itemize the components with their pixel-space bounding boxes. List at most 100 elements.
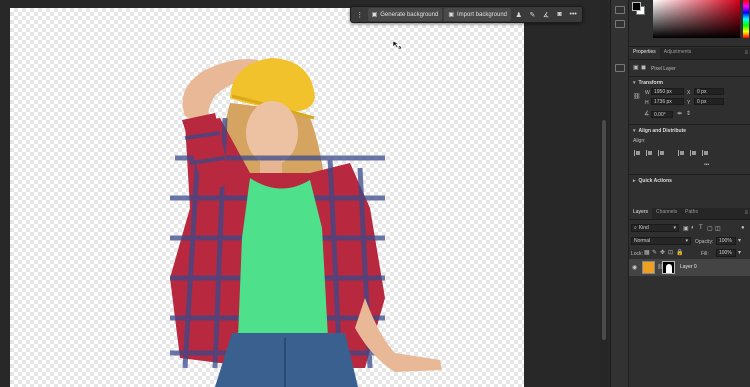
lock-image-icon[interactable]: ✎ [652, 249, 657, 256]
lock-all-icon[interactable]: 🔒 [676, 249, 683, 256]
blend-mode-select[interactable]: Normal ▾ [631, 237, 691, 245]
y-label: Y [687, 100, 691, 106]
lock-artboard-icon[interactable]: ⊡ [668, 249, 673, 256]
filter-shape-icon[interactable]: ▢ [707, 225, 713, 232]
x-label: X [687, 90, 691, 96]
height-value: 1736 px [654, 98, 672, 105]
scrollbar-thumb[interactable] [602, 120, 606, 340]
chevron-down-icon[interactable]: ▾ [738, 249, 741, 256]
flip-vertical-icon[interactable]: ⇕ [686, 110, 691, 117]
foreground-color-swatch[interactable] [632, 2, 641, 11]
hue-slider[interactable] [743, 0, 749, 38]
divider [629, 76, 750, 77]
generate-background-button[interactable]: ▣ Generate background [367, 8, 443, 21]
align-middle-vertical-icon[interactable] [690, 150, 696, 156]
align-top-icon[interactable] [678, 150, 684, 156]
more-options-button[interactable]: ••• [567, 8, 579, 21]
align-left-icon[interactable] [634, 150, 640, 156]
layers-panel [629, 220, 750, 387]
canvas-area[interactable]: ⋮ ▣ Generate background ▣ Import backgro… [0, 0, 610, 387]
x-value: 0 px [697, 88, 707, 95]
properties-tabs: Properties Adjustments ≡ [629, 47, 750, 60]
quick-actions-title: Quick Actions [638, 178, 672, 184]
panel-menu-icon[interactable]: ≡ [744, 207, 748, 219]
tab-layers[interactable]: Layers [629, 207, 653, 219]
align-section-header[interactable]: ▾ Align and Distribute [633, 128, 686, 134]
filter-type-icon[interactable]: T [699, 225, 703, 231]
align-label: Align: [633, 138, 646, 144]
photoshop-window: ⋮ ▣ Generate background ▣ Import backgro… [0, 0, 750, 387]
tab-properties[interactable]: Properties [629, 47, 660, 59]
image-icon: ▣ [371, 12, 378, 18]
canvas-vertical-scrollbar[interactable] [600, 0, 608, 387]
adjustment-icon[interactable]: ∡ [540, 8, 552, 21]
y-field[interactable]: 0 px [694, 98, 724, 105]
fill-value: 100% [719, 250, 732, 256]
transform-title: Transform [638, 80, 663, 86]
lock-transparent-icon[interactable]: ▦ [644, 249, 650, 256]
document-canvas[interactable] [10, 8, 524, 387]
tab-channels[interactable]: Channels [652, 207, 681, 219]
search-icon: ⌕ [634, 225, 637, 231]
align-right-icon[interactable] [658, 150, 664, 156]
color-panel-icon[interactable] [615, 6, 625, 14]
align-center-horizontal-icon[interactable] [646, 150, 652, 156]
lock-position-icon[interactable]: ✥ [660, 249, 665, 256]
layer-row[interactable]: ◉ ⛓ Layer 0 [629, 259, 750, 276]
eye-icon[interactable]: ◉ [632, 264, 637, 271]
layer-thumbnail [642, 261, 655, 274]
color-picker-field[interactable] [653, 0, 740, 38]
chevron-down-icon: ▾ [633, 128, 636, 134]
color-panel [629, 0, 750, 47]
transform-section-header[interactable]: ▾ Transform [633, 80, 663, 86]
layer-filter-kind-select[interactable]: ⌕ Kind ▾ [631, 224, 679, 232]
drag-handle-icon[interactable]: ⋮ [354, 8, 366, 21]
panel-icon-rail [611, 0, 629, 387]
layer-name[interactable]: Layer 0 [680, 264, 697, 270]
tab-paths[interactable]: Paths [681, 207, 702, 219]
move-cursor-icon [392, 40, 402, 49]
width-value: 1950 px [654, 88, 672, 95]
brush-icon[interactable]: ✎ [527, 8, 539, 21]
divider [629, 124, 750, 125]
mask-layer-icon[interactable]: ◼ [641, 64, 646, 71]
align-title: Align and Distribute [638, 128, 687, 134]
tab-adjustments[interactable]: Adjustments [660, 47, 696, 59]
x-field[interactable]: 0 px [694, 88, 724, 95]
import-image-icon: ▣ [448, 12, 454, 18]
chevron-down-icon: ▾ [685, 238, 688, 244]
swatches-panel-icon[interactable] [615, 20, 625, 28]
layer-mask-thumbnail[interactable] [662, 261, 675, 274]
filter-adjustment-icon[interactable]: ◐ [691, 225, 695, 231]
import-background-button[interactable]: ▣ Import background [444, 8, 512, 21]
fill-field[interactable]: 100% [716, 249, 736, 257]
filter-kind-label: Kind [638, 225, 649, 231]
opacity-field[interactable]: 100% [716, 237, 736, 245]
layer-type-label: Pixel Layer [651, 66, 676, 72]
flip-horizontal-icon[interactable]: ⇹ [677, 110, 682, 117]
filter-smart-object-icon[interactable]: ◫ [715, 225, 721, 232]
link-icon[interactable]: ⛓ [633, 93, 641, 100]
opacity-value: 100% [719, 238, 732, 244]
blend-mode-value: Normal [634, 238, 651, 244]
divider [629, 174, 750, 175]
align-more-button[interactable]: ••• [704, 162, 709, 168]
opacity-label: Opacity: [695, 239, 714, 245]
select-subject-icon[interactable]: ♟ [513, 8, 525, 21]
quick-actions-section-header[interactable]: ▸ Quick Actions [633, 178, 672, 184]
mask-icon[interactable]: ◙ [554, 8, 566, 21]
chevron-down-icon[interactable]: ▾ [738, 237, 741, 244]
width-field[interactable]: 1950 px [651, 88, 684, 95]
height-field[interactable]: 1736 px [651, 98, 684, 105]
filter-toggle-icon[interactable]: ● [741, 225, 745, 231]
width-label: W [645, 90, 650, 96]
angle-field[interactable]: 0.00° [651, 111, 673, 118]
fill-label: Fill: [701, 251, 709, 257]
align-bottom-icon[interactable] [702, 150, 708, 156]
panel-menu-icon[interactable]: ≡ [744, 47, 748, 59]
contextual-task-bar: ⋮ ▣ Generate background ▣ Import backgro… [350, 6, 583, 23]
history-panel-icon[interactable] [615, 64, 625, 72]
filter-pixel-icon[interactable]: ▣ [683, 225, 689, 232]
chevron-right-icon: ▸ [633, 178, 636, 184]
generate-background-label: Generate background [380, 11, 439, 18]
